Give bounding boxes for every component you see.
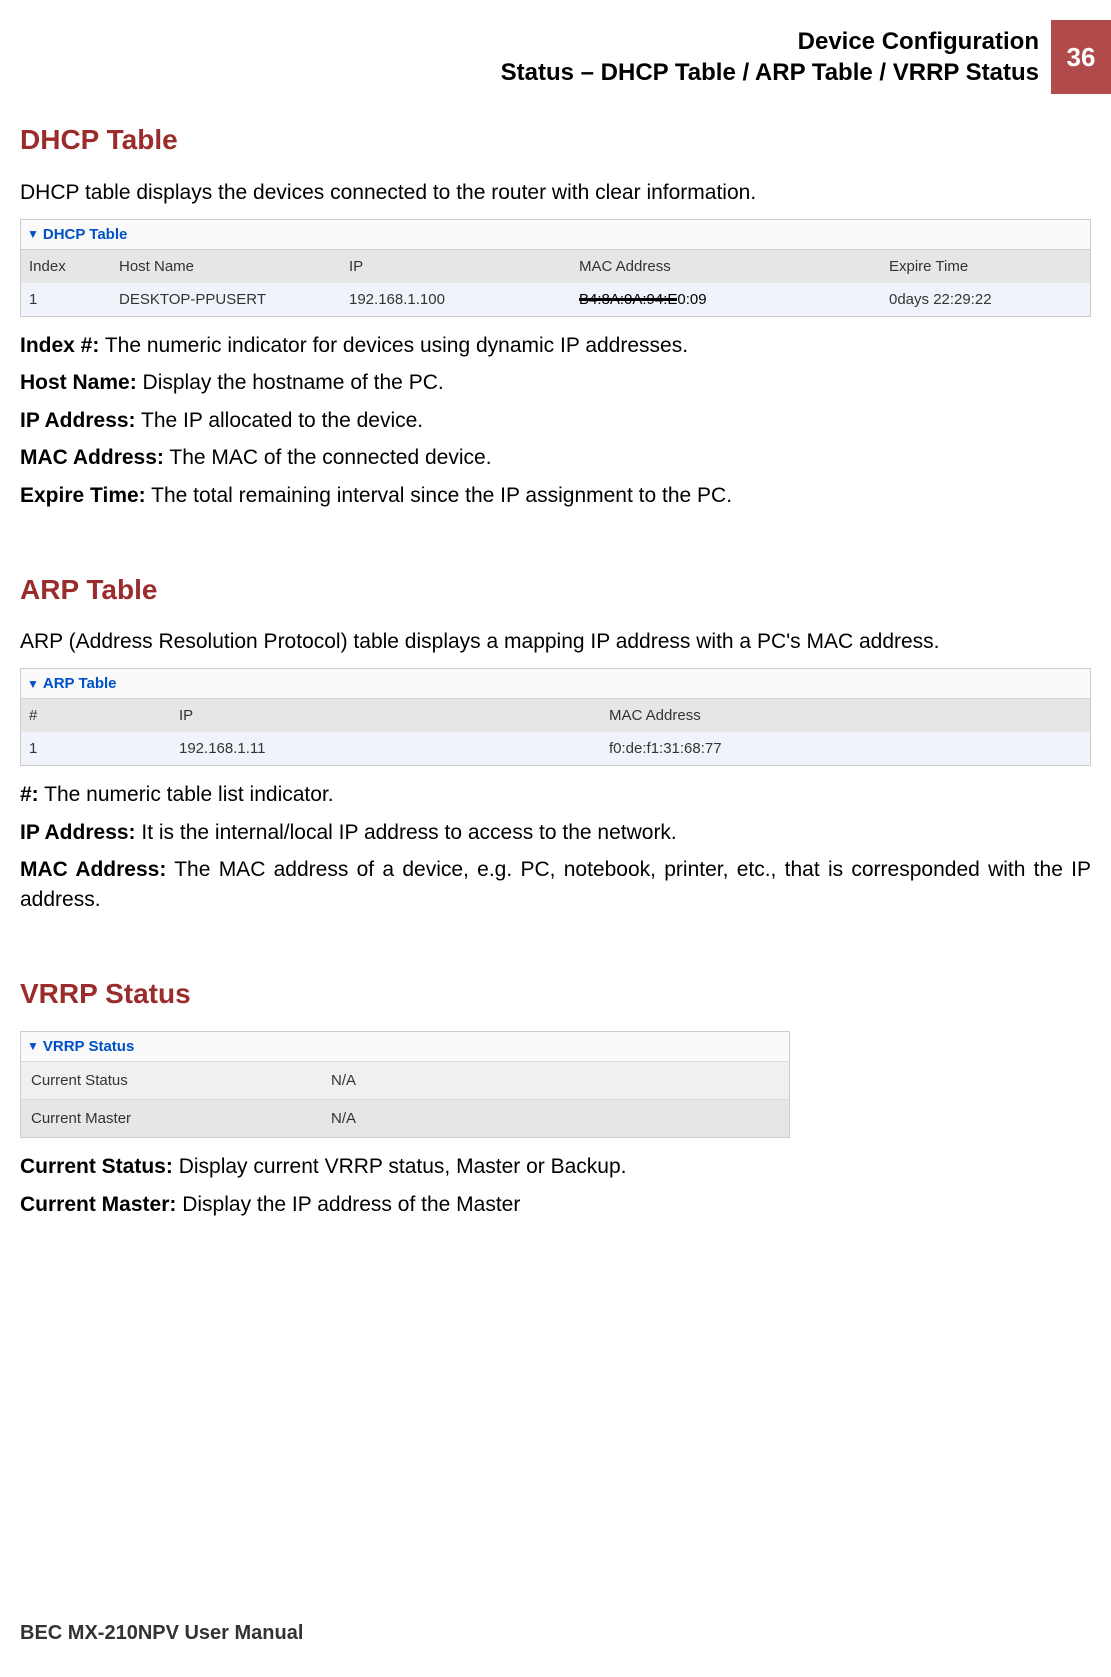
table-row: Current Status N/A [21,1062,789,1100]
cell-key: Current Status [21,1062,321,1100]
vrrp-panel-title-text: VRRP Status [43,1036,134,1057]
def-item: Expire Time: The total remaining interva… [20,481,1091,510]
cell-ip: 192.168.1.100 [341,283,571,316]
header-title: Device Configuration Status – DHCP Table… [501,20,1051,94]
table-row: 1 DESKTOP-PPUSERT 192.168.1.100 B4:8A:0A… [21,283,1090,316]
col-num: # [21,699,171,733]
cell-num: 1 [21,732,171,765]
cell-value: N/A [321,1100,789,1138]
def-item: IP Address: The IP allocated to the devi… [20,406,1091,435]
arp-definitions: #: The numeric table list indicator. IP … [20,780,1091,914]
def-item: IP Address: It is the internal/local IP … [20,818,1091,847]
vrrp-panel: ▼ VRRP Status Current Status N/A Current… [20,1031,790,1138]
def-item: #: The numeric table list indicator. [20,780,1091,809]
def-item: Current Status: Display current VRRP sta… [20,1152,1091,1181]
vrrp-table: Current Status N/A Current Master N/A [21,1061,789,1137]
col-mac: MAC Address [571,249,881,283]
col-ip: IP [341,249,571,283]
dhcp-panel-title-text: DHCP Table [43,224,127,245]
chevron-down-icon: ▼ [27,1038,39,1055]
def-item: MAC Address: The MAC of the connected de… [20,443,1091,472]
col-mac: MAC Address [601,699,1090,733]
dhcp-table: Index Host Name IP MAC Address Expire Ti… [21,249,1090,316]
vrrp-definitions: Current Status: Display current VRRP sta… [20,1152,1091,1219]
vrrp-heading: VRRP Status [20,974,1091,1013]
col-ip: IP [171,699,601,733]
cell-index: 1 [21,283,111,316]
cell-mac: f0:de:f1:31:68:77 [601,732,1090,765]
cell-value: N/A [321,1062,789,1100]
arp-table: # IP MAC Address 1 192.168.1.11 f0:de:f1… [21,698,1090,765]
dhcp-heading: DHCP Table [20,120,1091,159]
chevron-down-icon: ▼ [27,676,39,693]
dhcp-description: DHCP table displays the devices connecte… [20,178,1091,207]
cell-ip: 192.168.1.11 [171,732,601,765]
footer-manual-name: BEC MX-210NPV User Manual [20,1619,303,1647]
table-header-row: Index Host Name IP MAC Address Expire Ti… [21,249,1090,283]
arp-heading: ARP Table [20,570,1091,609]
arp-description: ARP (Address Resolution Protocol) table … [20,627,1091,656]
header-title-line1: Device Configuration [501,26,1039,57]
header-title-line2: Status – DHCP Table / ARP Table / VRRP S… [501,57,1039,88]
page-number-badge: 36 [1051,20,1111,94]
arp-panel: ▼ ARP Table # IP MAC Address 1 192.168.1… [20,668,1091,766]
def-item: Index #: The numeric indicator for devic… [20,331,1091,360]
vrrp-panel-title: ▼ VRRP Status [21,1032,789,1061]
col-host: Host Name [111,249,341,283]
dhcp-definitions: Index #: The numeric indicator for devic… [20,331,1091,510]
dhcp-panel-title: ▼ DHCP Table [21,220,1090,249]
col-index: Index [21,249,111,283]
dhcp-panel: ▼ DHCP Table Index Host Name IP MAC Addr… [20,219,1091,317]
cell-host: DESKTOP-PPUSERT [111,283,341,316]
col-expire: Expire Time [881,249,1090,283]
table-row: Current Master N/A [21,1100,789,1138]
def-item: Host Name: Display the hostname of the P… [20,368,1091,397]
def-item: MAC Address: The MAC address of a device… [20,855,1091,914]
page-header: Device Configuration Status – DHCP Table… [0,0,1111,94]
cell-key: Current Master [21,1100,321,1138]
strikethrough-icon [579,298,677,301]
arp-panel-title: ▼ ARP Table [21,669,1090,698]
def-item: Current Master: Display the IP address o… [20,1190,1091,1219]
table-header-row: # IP MAC Address [21,699,1090,733]
cell-expire: 0days 22:29:22 [881,283,1090,316]
table-row: 1 192.168.1.11 f0:de:f1:31:68:77 [21,732,1090,765]
arp-panel-title-text: ARP Table [43,673,117,694]
chevron-down-icon: ▼ [27,226,39,243]
cell-mac: B4:8A:0A:94:E0:09 [571,283,881,316]
redacted-mac: B4:8A:0A:94:E0:09 [579,291,707,308]
